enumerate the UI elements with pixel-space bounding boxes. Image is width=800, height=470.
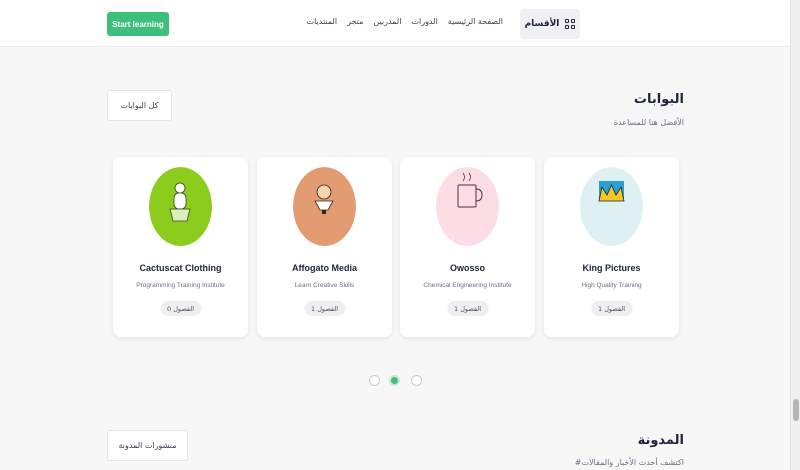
chapters-badge: 1 الفصول (304, 301, 345, 316)
portal-card-king-pictures[interactable]: King Pictures High Quality Training 1 ال… (544, 157, 679, 337)
portals-subtitle: الأفضل هنا للمساعدة (613, 118, 684, 127)
owosso-logo (436, 167, 499, 246)
portal-card-owosso[interactable]: Owosso Chemical Engineering Institute 1 … (400, 157, 535, 337)
blog-subtitle: #اكتشف أحدث الأخبار والمقالات (574, 458, 684, 467)
slider-dot-2[interactable] (389, 375, 400, 386)
slider-dot-3[interactable] (411, 375, 422, 386)
portal-desc: Chemical Engineering Institute (423, 282, 512, 289)
portal-desc: Learn Creative Skills (294, 282, 355, 289)
portal-name[interactable]: Owosso (400, 263, 535, 273)
portal-card-affogato[interactable]: Affogato Media Learn Creative Skills 1 ا… (257, 157, 392, 337)
affogato-logo (293, 167, 356, 246)
nav-store[interactable]: متجر (347, 17, 363, 26)
nav-forums[interactable]: المنتديات (307, 17, 338, 26)
blog-title: المدونة (637, 433, 684, 448)
portal-desc: Programming Training Institute (136, 282, 225, 289)
top-navbar: Start learning الصفحة الرئيسية الدورات ا… (0, 0, 790, 47)
portals-title: البوابات (633, 92, 684, 107)
portal-name[interactable]: King Pictures (544, 263, 679, 273)
nav-instructors[interactable]: المدربين (373, 17, 401, 26)
start-learning-button[interactable]: Start learning (107, 12, 169, 36)
chapters-badge: 0 الفصول (160, 301, 201, 316)
main-nav: الصفحة الرئيسية الدورات المدربين متجر ال… (307, 17, 503, 26)
blog-posts-button[interactable]: منشورات المدونة (107, 430, 188, 461)
all-portals-button[interactable]: كل البوابات (107, 90, 172, 121)
grid-icon (565, 19, 576, 29)
chapters-badge: 1 الفصول (447, 301, 488, 316)
portal-card-cactuscat[interactable]: Cactuscat Clothing Programming Training … (113, 157, 248, 337)
nav-home[interactable]: الصفحة الرئيسية (448, 17, 503, 26)
portal-desc: High Quality Training (581, 282, 642, 289)
king-pictures-logo (580, 167, 643, 246)
page-scrollbar[interactable] (790, 0, 800, 470)
scrollbar-thumb[interactable] (793, 399, 799, 421)
categories-label: الأقسام (524, 19, 560, 29)
chapters-badge: 1 الفصول (591, 301, 632, 316)
slider-dot-1[interactable] (369, 375, 380, 386)
nav-courses[interactable]: الدورات (411, 17, 437, 26)
cactuscat-logo (149, 167, 212, 246)
categories-button[interactable]: الأقسام (520, 9, 580, 39)
portal-name[interactable]: Affogato Media (257, 263, 392, 273)
portal-name[interactable]: Cactuscat Clothing (113, 263, 248, 273)
